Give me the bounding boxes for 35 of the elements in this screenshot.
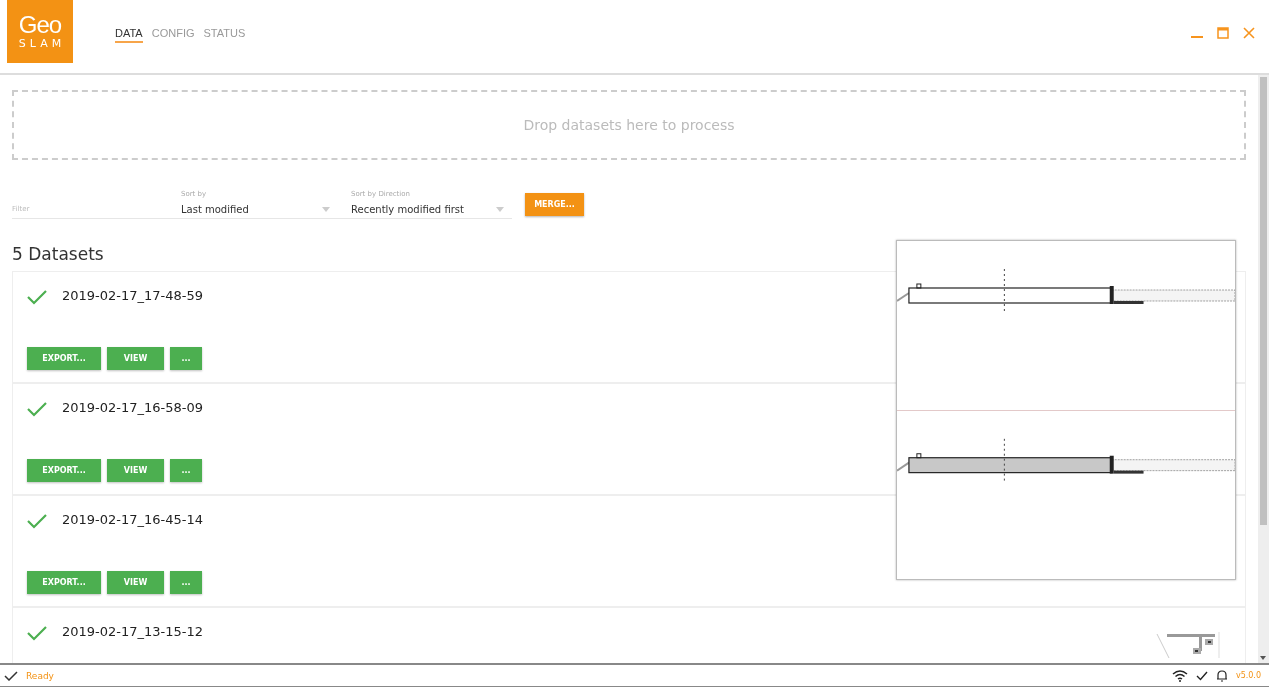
export-button[interactable]: EXPORT...	[27, 571, 101, 594]
merge-button[interactable]: MERGE...	[525, 193, 584, 216]
more-button[interactable]: ...	[170, 571, 202, 594]
scroll-down-icon[interactable]	[1260, 656, 1266, 660]
scrollbar[interactable]	[1258, 75, 1269, 663]
scrollbar-thumb[interactable]	[1260, 77, 1267, 525]
version-text: v5.0.0	[1235, 671, 1261, 680]
more-button[interactable]: ...	[170, 459, 202, 482]
export-button[interactable]: EXPORT...	[27, 459, 101, 482]
view-button[interactable]: VIEW	[107, 459, 164, 482]
view-button[interactable]: VIEW	[107, 347, 164, 370]
maximize-icon[interactable]	[1217, 27, 1229, 39]
export-button[interactable]: EXPORT...	[27, 347, 101, 370]
dataset-name: 2019-02-17_16-45-14	[62, 511, 204, 527]
wifi-icon	[1171, 669, 1188, 682]
tab[interactable]: CONFIG	[151, 27, 195, 43]
view-button[interactable]: VIEW	[107, 571, 164, 594]
check-icon	[1195, 670, 1208, 681]
status-text: Ready	[26, 670, 54, 681]
caret-icon	[496, 206, 504, 212]
drop-zone[interactable]: Drop datasets here to process	[12, 90, 1246, 160]
check-icon	[4, 670, 18, 681]
dataset-name: 2019-02-17_16-58-09	[62, 399, 204, 415]
more-button[interactable]: ...	[170, 347, 202, 370]
dropdown[interactable]: Last modified	[168, 202, 338, 218]
dataset-name: 2019-02-17_13-15-12	[62, 623, 204, 639]
dropdown[interactable]: Recently modified first	[338, 202, 512, 218]
datasets-heading: 5 Datasets	[12, 244, 105, 266]
tab[interactable]: STATUS	[203, 27, 246, 43]
close-icon[interactable]	[1243, 27, 1255, 39]
logo: Geo SLAM	[7, 0, 73, 63]
tab[interactable]: DATA	[115, 27, 143, 43]
dataset-name: 2019-02-17_17-48-59	[62, 287, 204, 303]
caret-icon	[322, 206, 330, 212]
bell-icon[interactable]	[1215, 669, 1228, 682]
